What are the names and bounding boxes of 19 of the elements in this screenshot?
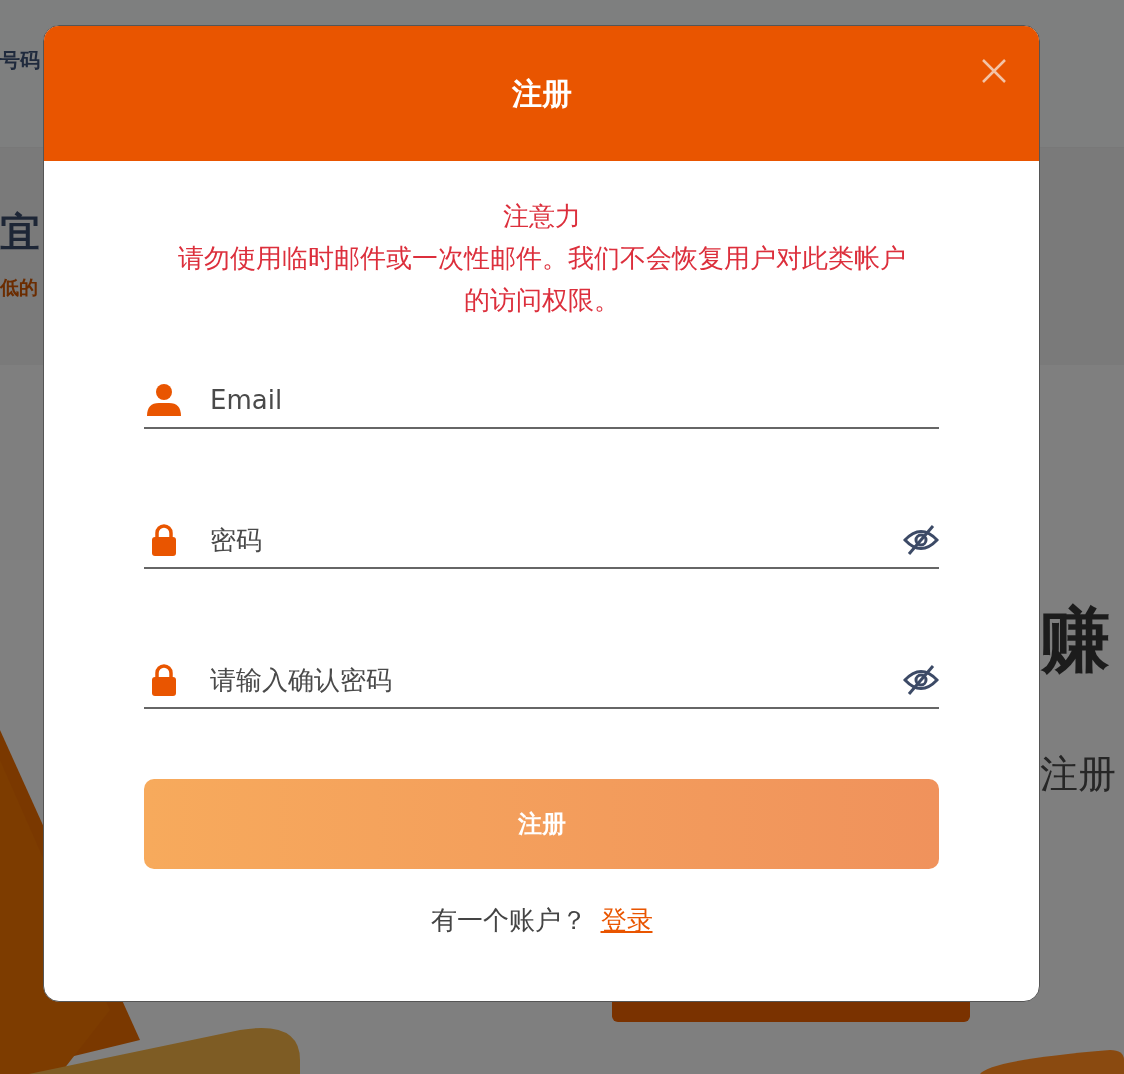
lock-icon (151, 524, 177, 556)
account-prompt: 有一个账户？ (430, 905, 587, 935)
hero-subheading: 低的 (0, 276, 38, 299)
user-icon (147, 384, 181, 416)
eye-slash-icon[interactable] (903, 665, 939, 695)
hero-heading: 宜 (0, 208, 40, 256)
section-text: 注册 (1040, 752, 1116, 798)
nav-link-text: 号码 (0, 48, 40, 72)
notice-text: 请勿使用临时邮件或一次性邮件。我们不会恢复用户对此类帐户的访问权限。 (176, 242, 907, 317)
eye-slash-icon[interactable] (903, 525, 939, 555)
modal-title: 注册 (511, 75, 572, 113)
register-button[interactable]: 注册 (144, 779, 939, 869)
notice-heading: 注意力 (501, 200, 582, 233)
input-field[interactable]: 密码 (184, 520, 903, 560)
input-field[interactable]: Email (184, 380, 939, 420)
input-field[interactable]: 请输入确认密码 (184, 660, 903, 700)
lock-icon (151, 664, 177, 696)
login-link[interactable]: 登录 (600, 905, 653, 935)
section-heading: 赚 (1040, 598, 1110, 682)
